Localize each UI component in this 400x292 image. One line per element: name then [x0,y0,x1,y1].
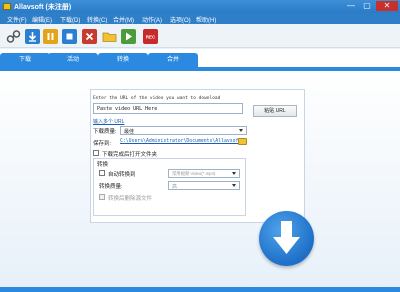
delete-original-checkbox[interactable] [99,194,105,200]
tab-merge[interactable]: 合并 [148,53,198,71]
convert-quality-select[interactable]: 高 [168,181,240,190]
menu-bar: 文件(F) 编辑(E) 下载(D) 转换(C) 合并(M) 动作(A) 选项(O… [0,13,400,24]
tab-bar: 下载 活动 转换 合并 [0,49,400,71]
url-instruction: Enter the URL of the video you want to d… [93,96,221,101]
auto-convert-label: 自动转换到 [108,172,136,178]
status-bar [0,287,400,292]
menu-merge[interactable]: 合并(M) [113,15,134,24]
chevron-down-icon [232,172,236,175]
convert-quality-label: 转换质量: [99,184,123,190]
open-folder-icon[interactable] [102,29,117,44]
convert-group-label: 转换 [97,162,109,168]
chevron-down-icon [232,184,236,187]
menu-convert[interactable]: 转换(C) [87,15,107,24]
link-icon[interactable] [6,29,21,44]
quality-value: 最佳 [124,129,135,135]
toolbar: REC [0,24,400,48]
app-logo-icon [3,3,11,10]
window-title: Allavsoft (未注册) [14,4,72,11]
download-icon[interactable] [25,29,40,44]
save-path-link[interactable]: C:\Users\Administrator\Documents\Allavso… [120,139,241,144]
start-download-button[interactable] [259,211,314,266]
paste-url-button[interactable]: 粘贴 URL [253,105,297,117]
tab-download[interactable]: 下载 [0,53,50,71]
menu-download[interactable]: 下载(D) [60,15,80,24]
tab-convert[interactable]: 转换 [98,53,148,71]
stop-icon[interactable] [62,29,77,44]
arrow-down-icon [273,221,300,254]
menu-help[interactable]: 帮助(H) [196,15,216,24]
close-button[interactable]: ✕ [376,1,398,11]
auto-convert-checkbox[interactable] [99,170,105,176]
tab-activity[interactable]: 活动 [48,53,98,71]
minimize-button[interactable]: — [344,1,358,11]
auto-convert-select[interactable]: 常用视频 Video(*.mp4) [168,169,240,178]
quality-label: 下载质量: [93,129,117,135]
chevron-down-icon [239,129,243,132]
convert-quality-value: 高 [172,184,178,190]
folder-icon[interactable] [238,138,247,145]
auto-convert-value: 常用视频 Video(*.mp4) [172,171,216,176]
url-input[interactable]: Paste video URL Here [93,103,243,114]
play-icon[interactable] [121,29,136,44]
record-label: REC [146,35,156,40]
quality-select[interactable]: 最佳 [120,126,247,135]
record-icon[interactable]: REC [143,29,158,44]
open-folder-checkbox[interactable] [93,150,99,156]
delete-icon[interactable] [82,29,97,44]
delete-original-label: 转换后删除源文件 [108,196,153,202]
menu-action[interactable]: 动作(A) [142,15,162,24]
open-folder-label: 下载完成后打开文件夹 [102,152,158,158]
menu-options[interactable]: 选项(O) [170,15,191,24]
multiple-url-link[interactable]: 输入多个 URL [93,118,124,125]
menu-edit[interactable]: 编辑(E) [32,15,52,24]
save-to-label: 保存到: [93,141,112,147]
title-bar: Allavsoft (未注册) — ▢ ✕ [0,0,400,13]
maximize-button[interactable]: ▢ [360,1,374,11]
menu-file[interactable]: 文件(F) [7,15,27,24]
pause-icon[interactable] [43,29,58,44]
